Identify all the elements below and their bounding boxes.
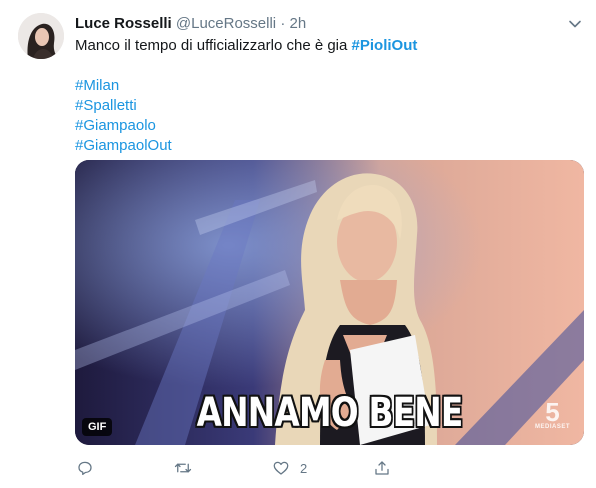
separator-dot: · — [280, 15, 286, 32]
like-count: 2 — [300, 460, 308, 476]
hashtag-giampaolo[interactable]: #Giampaolo — [75, 117, 156, 134]
reply-icon — [78, 461, 92, 476]
hashtag-piolout[interactable]: #PioliOut — [352, 37, 418, 54]
watermark-number: 5 — [545, 397, 560, 427]
retweet-icon — [174, 463, 192, 473]
gif-caption: ANNAMO BENE — [196, 390, 464, 436]
tweet-header: Luce Rosselli @LuceRosselli · 2h — [75, 14, 306, 34]
tweet-text-main: Manco il tempo di ufficializzarlo che è … — [75, 37, 352, 54]
hashtag-spalletti[interactable]: #Spalletti — [75, 97, 137, 114]
retweet-button[interactable] — [174, 459, 192, 477]
gif-badge: GIF — [82, 418, 113, 436]
author-handle[interactable]: @LuceRosselli — [176, 15, 276, 32]
chevron-down-icon[interactable] — [566, 15, 584, 33]
timestamp[interactable]: 2h — [290, 15, 307, 32]
tweet-card[interactable]: Luce Rosselli @LuceRosselli · 2h Manco i… — [0, 0, 596, 488]
tweet-text: Manco il tempo di ufficializzarlo che è … — [75, 36, 575, 156]
gif-media[interactable]: ANNAMO BENE GIF 5 MEDIASET — [75, 160, 584, 445]
hashtag-milan[interactable]: #Milan — [75, 77, 119, 94]
share-icon — [375, 461, 389, 475]
channel-watermark: 5 MEDIASET — [534, 397, 570, 431]
like-button[interactable]: 2 — [272, 459, 307, 477]
avatar[interactable] — [18, 13, 64, 59]
share-button[interactable] — [373, 459, 391, 477]
watermark-text: MEDIASET — [534, 424, 570, 430]
reply-button[interactable] — [76, 459, 94, 477]
author-name[interactable]: Luce Rosselli — [75, 15, 172, 32]
hashtag-giampaolout[interactable]: #GiampaolOut — [75, 137, 172, 154]
heart-icon — [273, 461, 289, 475]
tweet-actions: 2 — [0, 459, 596, 483]
tweet-text-line: Manco il tempo di ufficializzarlo che è … — [75, 36, 575, 56]
